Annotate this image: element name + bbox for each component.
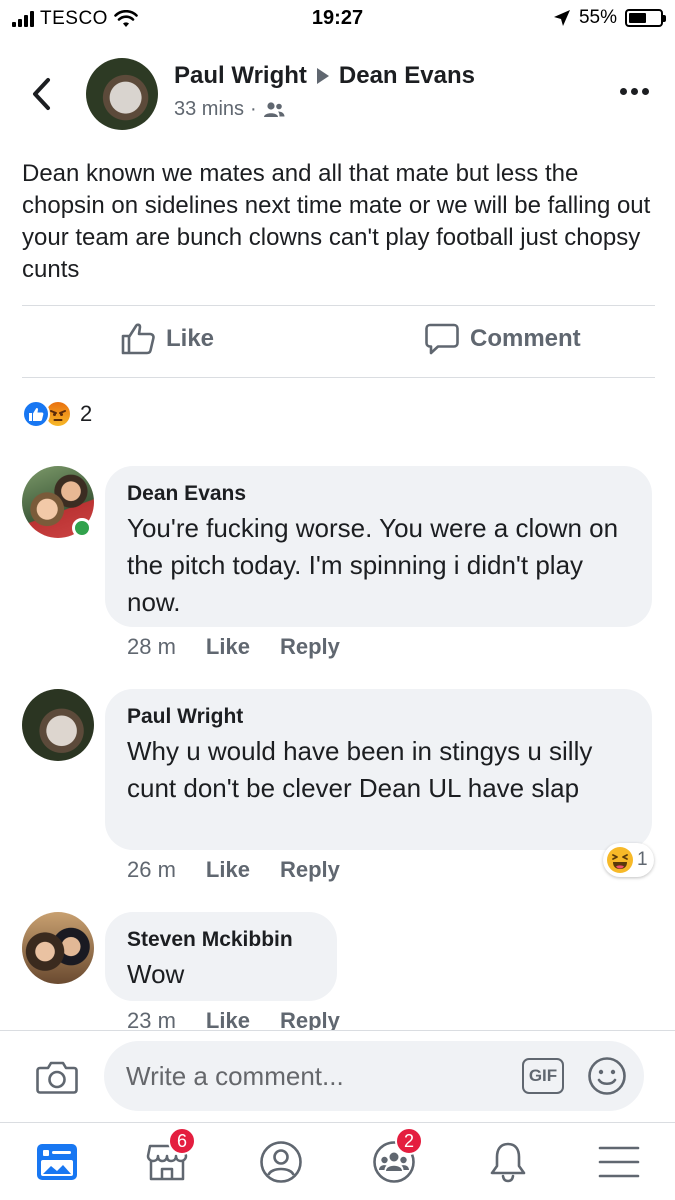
post-time[interactable]: 33 mins — [174, 98, 244, 121]
tab-notifications[interactable] — [481, 1137, 535, 1187]
like-label: Like — [166, 325, 215, 352]
post-meta: 33 mins · — [174, 98, 285, 121]
battery-percent: 55% — [578, 7, 617, 28]
tab-groups[interactable]: 2 — [367, 1127, 423, 1187]
comment-bubble[interactable]: Paul Wright Why u would have been in sti… — [105, 689, 652, 850]
comment-reply-link[interactable]: Reply — [280, 634, 340, 660]
camera-icon — [36, 1061, 78, 1094]
camera-button[interactable] — [36, 1059, 78, 1100]
comment-author[interactable]: Steven Mckibbin — [127, 928, 315, 952]
divider — [22, 305, 655, 306]
haha-reaction-icon — [607, 847, 633, 873]
bottom-tab-bar: 6 2 — [0, 1122, 675, 1200]
comment-reaction-count: 1 — [637, 849, 648, 870]
friends-icon — [263, 101, 285, 117]
meta-separator: · — [250, 98, 257, 120]
posted-to-arrow-icon — [316, 68, 329, 84]
tab-marketplace[interactable]: 6 — [140, 1127, 196, 1187]
comment-bubble[interactable]: Steven Mckibbin Wow — [105, 912, 337, 1001]
status-bar: TESCO 19:27 55% — [0, 0, 675, 38]
comment-like-link[interactable]: Like — [206, 634, 250, 660]
reaction-count: 2 — [80, 401, 93, 426]
like-reaction-icon — [22, 400, 50, 428]
comment-composer: GIF — [0, 1030, 675, 1122]
back-button[interactable] — [26, 74, 56, 114]
post-header: Paul Wright Dean Evans 33 mins · — [0, 52, 675, 136]
comment-text: Why u would have been in stingys u silly… — [127, 736, 593, 803]
post-names: Paul Wright Dean Evans — [174, 62, 475, 90]
tab-menu[interactable] — [592, 1137, 646, 1187]
news-feed-icon — [37, 1144, 77, 1180]
post-author-avatar[interactable] — [86, 58, 158, 130]
profile-icon — [260, 1141, 302, 1183]
comment-text: You're fucking worse. You were a clown o… — [127, 513, 619, 617]
comment-like-link[interactable]: Like — [206, 857, 250, 883]
gif-button[interactable]: GIF — [522, 1058, 564, 1094]
comment-time: 26 m — [127, 857, 176, 882]
status-right: 55% — [553, 7, 666, 29]
comment-time: 28 m — [127, 634, 176, 659]
post-target-name[interactable]: Dean Evans — [339, 62, 475, 90]
battery-level — [629, 13, 646, 23]
tab-news-feed[interactable] — [30, 1137, 84, 1187]
comment-button[interactable]: Comment — [424, 322, 581, 356]
marketplace-badge: 6 — [168, 1127, 196, 1155]
notifications-bell-icon — [490, 1142, 526, 1183]
divider — [22, 377, 655, 378]
like-button[interactable]: Like — [120, 322, 214, 356]
reactions-summary[interactable]: 2 — [22, 400, 92, 428]
groups-badge: 2 — [395, 1127, 423, 1155]
more-options-button[interactable] — [620, 88, 649, 95]
thumbs-up-icon — [121, 323, 155, 355]
battery-icon — [625, 9, 666, 27]
comment-meta: 26 m Like Reply — [127, 857, 340, 883]
post-text: Dean known we mates and all that mate bu… — [22, 160, 651, 283]
chevron-left-icon — [33, 78, 50, 110]
comment-text: Wow — [127, 959, 185, 989]
comment-author[interactable]: Dean Evans — [127, 482, 630, 506]
emoji-button[interactable] — [587, 1056, 627, 1101]
comment-meta: 28 m Like Reply — [127, 634, 340, 660]
commenter-avatar[interactable] — [22, 912, 94, 984]
post-author-name[interactable]: Paul Wright — [174, 62, 307, 90]
comment-author[interactable]: Paul Wright — [127, 705, 630, 729]
commenter-avatar[interactable] — [22, 689, 94, 761]
comment-reaction-badge[interactable]: 1 — [603, 843, 654, 877]
comment-bubble[interactable]: Dean Evans You're fucking worse. You wer… — [105, 466, 652, 627]
comment-bubble-icon — [425, 323, 459, 355]
smiley-icon — [588, 1057, 626, 1095]
comment-reply-link[interactable]: Reply — [280, 857, 340, 883]
tab-profile[interactable] — [254, 1137, 308, 1187]
menu-icon — [598, 1146, 640, 1178]
comment-label: Comment — [470, 325, 581, 352]
location-arrow-icon — [553, 10, 570, 26]
online-status-indicator — [72, 518, 92, 538]
